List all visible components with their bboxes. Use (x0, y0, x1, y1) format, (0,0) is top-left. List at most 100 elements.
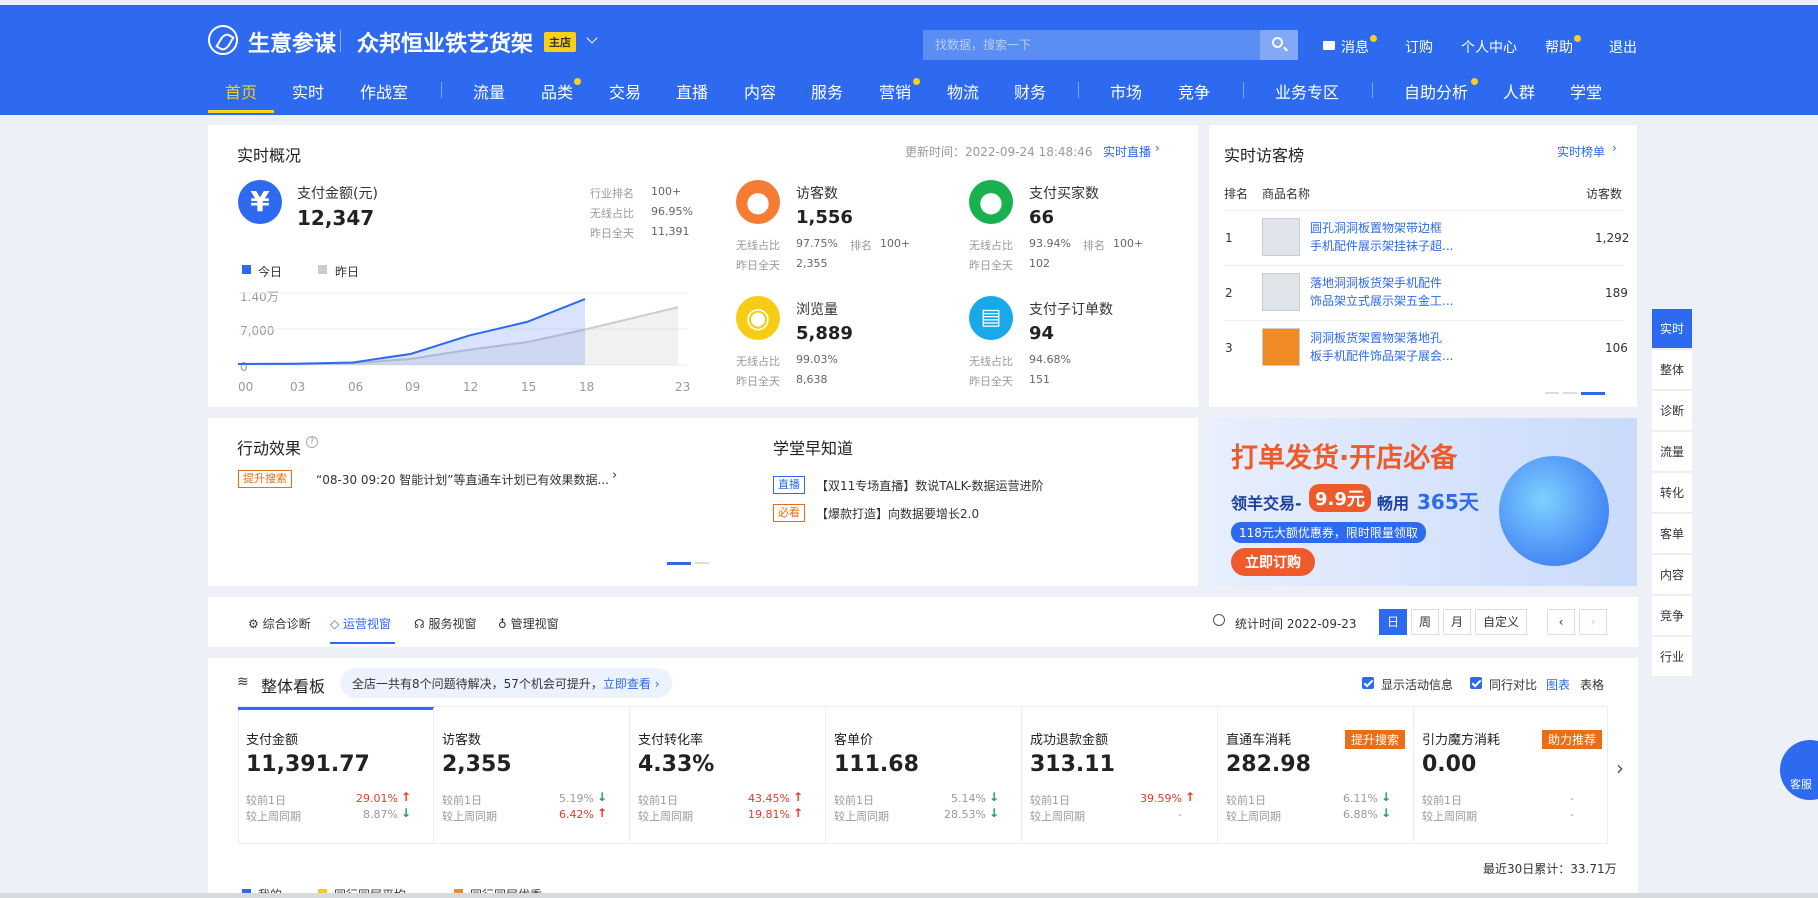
pager-dot-active[interactable] (1581, 392, 1605, 395)
customer-service-button[interactable]: 客服 (1780, 740, 1818, 800)
nav-marketing[interactable]: 营销 (879, 79, 911, 103)
product-thumbnail[interactable] (1262, 328, 1300, 366)
nav-self-analysis[interactable]: 自助分析 (1404, 79, 1468, 103)
help-link[interactable]: 帮助 (1545, 37, 1573, 57)
kpi-next-arrow[interactable]: › (1616, 756, 1624, 780)
view-table-toggle[interactable]: 表格 (1580, 676, 1604, 693)
kpi-cell[interactable]: 访客数 2,355 较前1日 较上周同期 5.19% 6.42% ↓ ↑ (434, 708, 630, 843)
chevron-right-icon[interactable]: › (612, 468, 617, 483)
tab-operations[interactable]: ◇ 运营视窗 (330, 615, 391, 632)
update-time: 更新时间：2022-09-24 18:48:46 (905, 145, 1093, 159)
pager-dot-active[interactable] (667, 562, 691, 565)
side-nav-traffic[interactable]: 流量 (1652, 432, 1692, 472)
kpi-badge[interactable]: 提升搜索 (1344, 730, 1405, 749)
compass-logo-icon[interactable] (208, 25, 238, 55)
kpi-cell[interactable]: 成功退款金额 313.11 较前1日 较上周同期 39.59% - ↑ (1022, 708, 1218, 843)
search-button[interactable] (1260, 30, 1298, 60)
kpi-cell[interactable]: 支付金额 11,391.77 较前1日 较上周同期 29.01% 8.87% ↑ ↓ (238, 708, 434, 843)
nav-logistics[interactable]: 物流 (947, 79, 979, 103)
live-link[interactable]: 实时直播 (1103, 143, 1151, 160)
pay-amount-value: 12,347 (297, 206, 375, 230)
side-nav-competition[interactable]: 竞争 (1652, 596, 1692, 636)
nav-war-room[interactable]: 作战室 (360, 79, 408, 103)
pager-dot[interactable] (1545, 392, 1559, 394)
side-nav-diagnosis[interactable]: 诊断 (1652, 391, 1692, 431)
promo-banner[interactable]: 打单发货·开店必备 领羊交易- 9.9元 畅用 365天 118元大额优惠券，限… (1209, 418, 1637, 586)
product-thumbnail[interactable] (1262, 273, 1300, 311)
action-text[interactable]: “08-30 09:20 智能计划”等直通车计划已有效果数据... (316, 471, 609, 488)
product-thumbnail[interactable] (1262, 218, 1300, 256)
nav-realtime[interactable]: 实时 (292, 79, 324, 103)
date-day-button[interactable]: 日 (1379, 609, 1407, 635)
buyers-icon: ● (969, 180, 1013, 224)
nav-school[interactable]: 学堂 (1570, 79, 1602, 103)
banner-cta[interactable]: 立即订购 (1231, 548, 1315, 576)
nav-competition[interactable]: 竞争 (1178, 79, 1210, 103)
compare-day-value: 43.45% (748, 792, 790, 805)
rank-value: 100+ (880, 237, 911, 250)
yuan-icon: ¥ (238, 180, 282, 224)
action-tag: 提升搜索 (238, 470, 292, 488)
date-custom-button[interactable]: 自定义 (1475, 609, 1527, 635)
nav-business-zone[interactable]: 业务专区 (1275, 79, 1339, 103)
view-chart-toggle[interactable]: 图表 (1546, 676, 1570, 693)
horizontal-scrollbar[interactable] (0, 893, 1818, 898)
prev-date-button[interactable]: ‹ (1547, 609, 1575, 635)
show-activity-checkbox[interactable] (1362, 677, 1374, 689)
side-nav-overall[interactable]: 整体 (1652, 350, 1692, 390)
rank-label: 排名 (850, 239, 872, 252)
school-item[interactable]: 【双11专场直播】数说TALK-数据运营进阶 (816, 477, 1044, 494)
school-item[interactable]: 【爆款打造】向数据要增长2.0 (816, 505, 979, 522)
tab-management[interactable]: ♁ 管理视窗 (498, 615, 559, 632)
nav-finance[interactable]: 财务 (1014, 79, 1046, 103)
peer-compare-checkbox[interactable] (1470, 677, 1482, 689)
nav-trade[interactable]: 交易 (609, 79, 641, 103)
pager-dot[interactable] (1563, 392, 1577, 394)
layers-icon: ≋ (237, 674, 249, 690)
tab-service[interactable]: ☊ 服务视窗 (414, 615, 477, 632)
kpi-cell[interactable]: 客单价 111.68 较前1日 较上周同期 5.14% 28.53% ↓ ↓ (826, 708, 1022, 843)
nav-category[interactable]: 品类 (541, 79, 573, 103)
nav-divider (441, 82, 442, 98)
nav-live[interactable]: 直播 (676, 79, 708, 103)
search-input[interactable]: 找数据，搜索一下 (923, 30, 1260, 60)
chevron-right-icon[interactable]: › (651, 677, 660, 691)
arrow-up-icon: ↑ (597, 806, 608, 820)
pager-dot[interactable] (695, 562, 709, 564)
rank-number: 2 (1225, 286, 1233, 300)
order-link[interactable]: 订购 (1405, 37, 1433, 57)
nav-market[interactable]: 市场 (1110, 79, 1142, 103)
rank-list-link[interactable]: 实时榜单 (1557, 143, 1605, 160)
tab-diagnosis[interactable]: ⚙ 综合诊断 (248, 615, 311, 632)
nav-content[interactable]: 内容 (744, 79, 776, 103)
product-name[interactable]: 洞洞板货架置物架落地孔 板手机配件饰品架子展会... (1310, 329, 1460, 365)
date-month-button[interactable]: 月 (1443, 609, 1471, 635)
date-week-button[interactable]: 周 (1411, 609, 1439, 635)
side-nav-unit-price[interactable]: 客单 (1652, 514, 1692, 554)
kpi-badge[interactable]: 助力推荐 (1541, 730, 1602, 749)
nav-traffic[interactable]: 流量 (473, 79, 505, 103)
messages-link[interactable]: 消息 (1341, 37, 1369, 57)
nav-service[interactable]: 服务 (811, 79, 843, 103)
kpi-label: 访客数 (442, 733, 482, 748)
nav-home[interactable]: 首页 (225, 79, 257, 103)
user-center-link[interactable]: 个人中心 (1461, 37, 1517, 57)
side-nav-industry[interactable]: 行业 (1652, 637, 1692, 677)
kpi-cell[interactable]: 直通车消耗 282.98 较前1日 较上周同期 6.11% 6.88% ↓ ↓ 提升搜索 (1218, 708, 1414, 843)
kpi-cell[interactable]: 支付转化率 4.33% 较前1日 较上周同期 43.45% 19.81% ↑ ↑ (630, 708, 826, 843)
logout-link[interactable]: 退出 (1609, 37, 1637, 57)
nav-crowd[interactable]: 人群 (1503, 79, 1535, 103)
visitors-paw-icon: ● (736, 180, 780, 224)
kpi-cell[interactable]: 引力魔方消耗 0.00 较前1日 较上周同期 - - 助力推荐 (1414, 708, 1610, 843)
help-icon[interactable]: ? (306, 436, 318, 448)
side-nav-realtime[interactable]: 实时 (1652, 309, 1692, 349)
next-date-button[interactable]: › (1579, 609, 1607, 635)
side-nav-content[interactable]: 内容 (1652, 555, 1692, 595)
brand-name[interactable]: 生意参谋 (248, 26, 336, 58)
product-name[interactable]: 圆孔洞洞板置物架带边框 手机配件展示架挂袜子超... (1310, 219, 1460, 255)
product-name[interactable]: 落地洞洞板货架手机配件 饰品架立式展示架五金工... (1310, 274, 1460, 310)
notice-link[interactable]: 立即查看 (603, 677, 651, 691)
side-nav-conversion[interactable]: 转化 (1652, 473, 1692, 513)
chevron-right-icon[interactable]: › (1155, 141, 1160, 155)
chevron-right-icon[interactable]: › (1612, 141, 1617, 155)
